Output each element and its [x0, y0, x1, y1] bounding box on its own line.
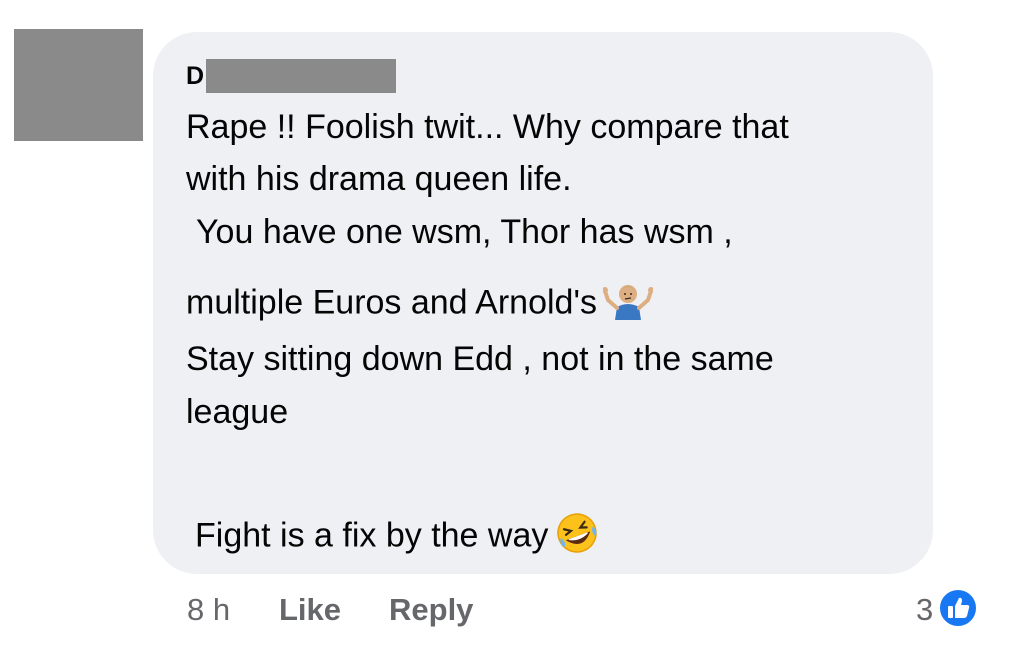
comment-text-line: league [186, 393, 289, 431]
comment-text-line: You have one wsm, Thor has wsm , [196, 213, 733, 251]
person-shrugging-emoji [601, 280, 654, 329]
thumbs-up-icon [937, 587, 979, 634]
comment-author[interactable]: D [186, 59, 397, 93]
comment-text: Fight is a fix by the way [195, 516, 549, 555]
comment-text-line-with-emoji: Fight is a fix by the way [195, 512, 600, 563]
reaction-count: 3 [916, 592, 934, 627]
reaction-summary[interactable]: 3 [916, 587, 979, 634]
comment-text-line: with his drama queen life. [186, 160, 572, 198]
avatar[interactable] [14, 29, 143, 141]
comment-timestamp[interactable]: 8 h [187, 590, 230, 630]
comment-text-line-with-emoji: multiple Euros and Arnold's [186, 280, 654, 329]
like-button[interactable]: Like [279, 590, 341, 630]
comment-text: multiple Euros and Arnold's [186, 283, 597, 322]
reply-button[interactable]: Reply [389, 590, 473, 630]
author-name-redaction [206, 59, 397, 93]
rolling-on-floor-laughing-emoji [554, 512, 600, 563]
comment-text-line: Rape !! Foolish twit... Why compare that [186, 108, 789, 146]
author-name-initial[interactable]: D [186, 59, 204, 93]
comment-text-line: Stay sitting down Edd , not in the same [186, 340, 774, 378]
